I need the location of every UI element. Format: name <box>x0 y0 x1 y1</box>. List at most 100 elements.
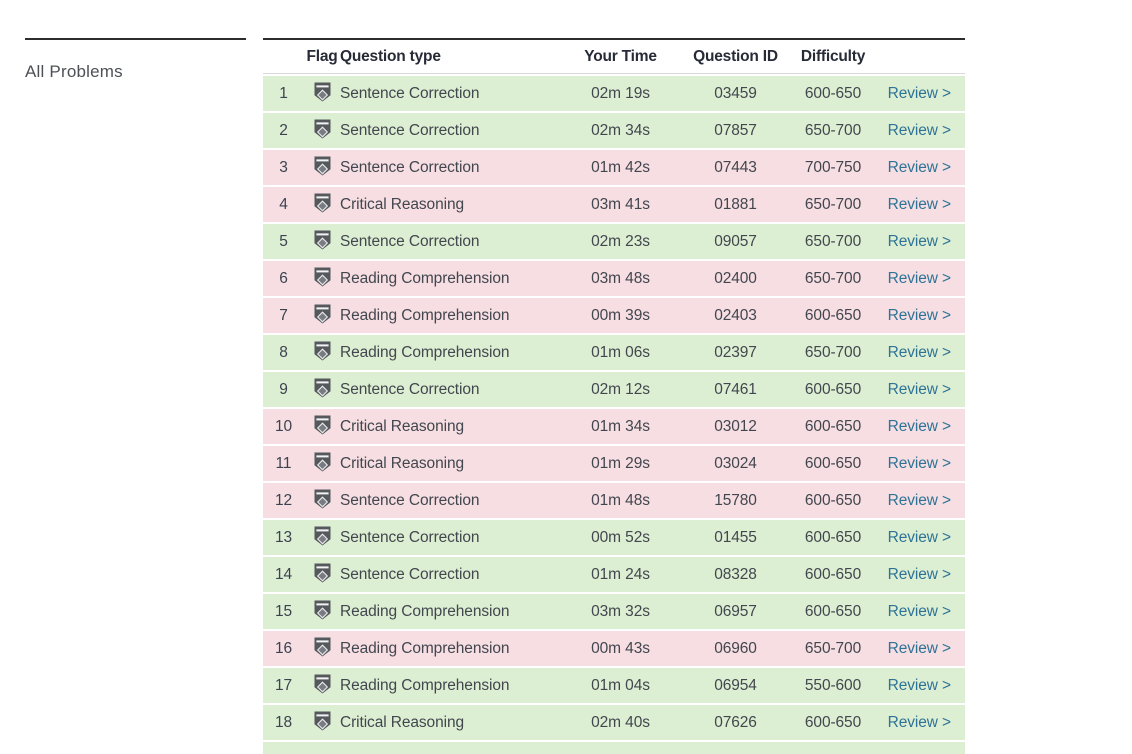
your-time-cell: 00m 43s <box>591 639 650 657</box>
question-id-cell: 09057 <box>714 232 757 250</box>
review-link[interactable]: Review > <box>888 159 951 176</box>
table-row: 8 Reading Comprehension 01m 06s 02397 65… <box>263 335 965 370</box>
flag-badge-icon <box>314 563 331 586</box>
flag-button[interactable] <box>314 600 331 623</box>
row-number: 18 <box>274 713 293 731</box>
table-row: 13 Sentence Correction 00m 52s 01455 600… <box>263 520 965 555</box>
difficulty-cell: 650-700 <box>804 269 862 287</box>
flag-badge-icon <box>314 193 331 216</box>
row-number: 14 <box>274 565 293 583</box>
row-number: 16 <box>274 639 293 657</box>
your-time-cell: 03m 32s <box>591 602 650 620</box>
flag-button[interactable] <box>314 674 331 697</box>
flag-badge-icon <box>314 230 331 253</box>
your-time-cell: 01m 24s <box>591 565 650 583</box>
flag-button[interactable] <box>314 304 331 327</box>
row-number: 17 <box>274 676 293 694</box>
flag-button[interactable] <box>314 267 331 290</box>
flag-badge-icon <box>314 711 331 734</box>
flag-button[interactable] <box>314 563 331 586</box>
row-number: 11 <box>275 454 292 472</box>
question-type-cell: Sentence Correction <box>340 380 480 398</box>
review-link[interactable]: Review > <box>888 640 951 657</box>
row-number: 2 <box>279 121 288 139</box>
table-row: 1 Sentence Correction 02m 19s 03459 600-… <box>263 76 965 111</box>
question-id-cell: 03459 <box>714 84 757 102</box>
flag-button[interactable] <box>314 230 331 253</box>
difficulty-cell: 600-650 <box>804 491 862 509</box>
question-id-cell: 03024 <box>714 454 757 472</box>
sidebar-divider <box>25 38 246 40</box>
review-link[interactable]: Review > <box>888 529 951 546</box>
question-id-cell: 06960 <box>714 639 757 657</box>
question-id-cell: 06954 <box>714 676 757 694</box>
flag-badge-icon <box>314 415 331 438</box>
table-row: 2 Sentence Correction 02m 34s 07857 650-… <box>263 113 965 148</box>
review-link[interactable]: Review > <box>888 418 951 435</box>
header-your-time: Your Time <box>584 47 657 65</box>
flag-button[interactable] <box>314 415 331 438</box>
flag-badge-icon <box>314 526 331 549</box>
review-link[interactable]: Review > <box>888 603 951 620</box>
difficulty-cell: 650-700 <box>804 232 862 250</box>
question-type-cell: Critical Reasoning <box>340 713 464 731</box>
review-link[interactable]: Review > <box>888 677 951 694</box>
flag-button[interactable] <box>314 526 331 549</box>
table-header-row: Flag Question type Your Time Question ID… <box>263 40 965 74</box>
question-type-cell: Sentence Correction <box>340 565 480 583</box>
review-link[interactable]: Review > <box>888 344 951 361</box>
flag-badge-icon <box>314 674 331 697</box>
review-link[interactable]: Review > <box>888 122 951 139</box>
your-time-cell: 01m 06s <box>591 343 650 361</box>
row-number: 9 <box>279 380 288 398</box>
flag-button[interactable] <box>314 119 331 142</box>
flag-badge-icon <box>314 600 331 623</box>
problems-page: All Problems Flag Question type Your Tim… <box>0 0 1132 754</box>
review-link[interactable]: Review > <box>888 455 951 472</box>
table-row: 3 Sentence Correction 01m 42s 07443 700-… <box>263 150 965 185</box>
header-flag: Flag <box>306 47 338 65</box>
question-type-cell: Reading Comprehension <box>340 269 510 287</box>
flag-button[interactable] <box>314 341 331 364</box>
your-time-cell: 02m 40s <box>591 713 650 731</box>
review-link[interactable]: Review > <box>888 566 951 583</box>
flag-button[interactable] <box>314 193 331 216</box>
difficulty-cell: 600-650 <box>804 417 862 435</box>
difficulty-cell: 650-700 <box>804 195 862 213</box>
flag-button[interactable] <box>314 637 331 660</box>
review-link[interactable]: Review > <box>888 85 951 102</box>
review-link[interactable]: Review > <box>888 233 951 250</box>
question-type-cell: Critical Reasoning <box>340 417 464 435</box>
difficulty-cell: 600-650 <box>804 306 862 324</box>
flag-button[interactable] <box>314 82 331 105</box>
flag-button[interactable] <box>314 489 331 512</box>
review-link[interactable]: Review > <box>888 381 951 398</box>
review-link[interactable]: Review > <box>888 492 951 509</box>
difficulty-cell: 600-650 <box>804 602 862 620</box>
flag-button[interactable] <box>314 156 331 179</box>
flag-button[interactable] <box>314 711 331 734</box>
problems-table: Flag Question type Your Time Question ID… <box>263 38 965 754</box>
question-type-cell: Reading Comprehension <box>340 639 510 657</box>
review-link[interactable]: Review > <box>888 714 951 731</box>
flag-badge-icon <box>314 341 331 364</box>
question-id-cell: 02397 <box>714 343 757 361</box>
question-type-cell: Critical Reasoning <box>340 454 464 472</box>
flag-badge-icon <box>314 156 331 179</box>
question-id-cell: 07443 <box>714 158 757 176</box>
flag-badge-icon <box>314 637 331 660</box>
review-link[interactable]: Review > <box>888 196 951 213</box>
question-id-cell: 03012 <box>714 417 757 435</box>
review-link[interactable]: Review > <box>888 270 951 287</box>
question-type-cell: Sentence Correction <box>340 121 480 139</box>
table-body: 1 Sentence Correction 02m 19s 03459 600-… <box>263 76 965 754</box>
question-type-cell: Sentence Correction <box>340 232 480 250</box>
question-type-cell: Reading Comprehension <box>340 676 510 694</box>
question-id-cell: 02403 <box>714 306 757 324</box>
flag-button[interactable] <box>314 452 331 475</box>
your-time-cell: 03m 41s <box>591 195 650 213</box>
review-link[interactable]: Review > <box>888 307 951 324</box>
sidebar-item-all-problems[interactable]: All Problems <box>25 62 123 82</box>
flag-badge-icon <box>314 82 331 105</box>
flag-button[interactable] <box>314 378 331 401</box>
